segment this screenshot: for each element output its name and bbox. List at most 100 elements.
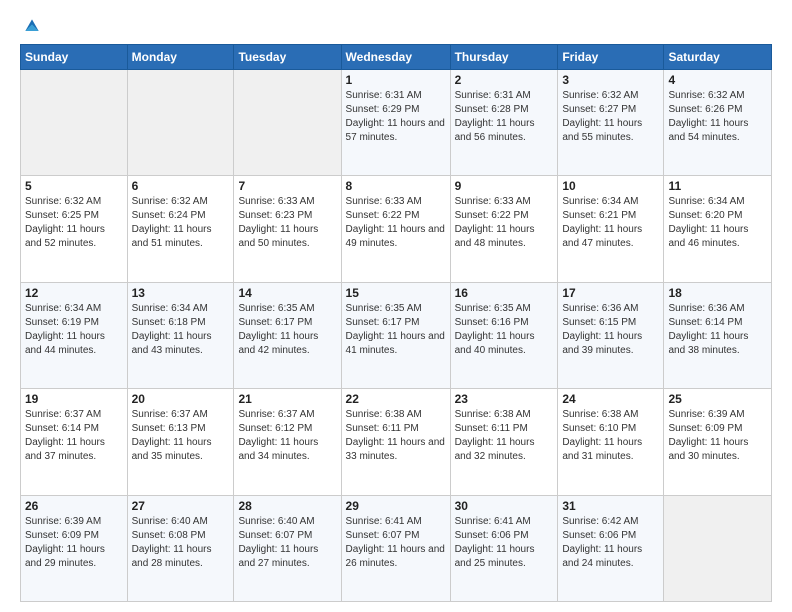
logo-text bbox=[20, 16, 42, 36]
calendar-cell: 2 Sunrise: 6:31 AMSunset: 6:28 PMDaylight… bbox=[450, 70, 558, 176]
calendar-week-row: 12 Sunrise: 6:34 AMSunset: 6:19 PMDayligh… bbox=[21, 282, 772, 388]
calendar-cell: 31 Sunrise: 6:42 AMSunset: 6:06 PMDayligh… bbox=[558, 495, 664, 601]
logo bbox=[20, 16, 42, 36]
day-info: Sunrise: 6:38 AMSunset: 6:11 PMDaylight:… bbox=[455, 408, 554, 464]
calendar-cell: 14Sunrise: 6:35 AMSunset: 6:17 PMDayligh… bbox=[234, 282, 341, 388]
day-number: 24 bbox=[562, 392, 659, 406]
day-number: 29 bbox=[346, 499, 446, 513]
calendar-cell: 24Sunrise: 6:38 AMSunset: 6:10 PMDayligh… bbox=[558, 389, 664, 495]
day-number: 22 bbox=[346, 392, 446, 406]
calendar-cell: 19 Sunrise: 6:37 AMSunset: 6:14 PMDayligh… bbox=[21, 389, 128, 495]
weekday-header-row: SundayMondayTuesdayWednesdayThursdayFrid… bbox=[21, 45, 772, 70]
weekday-header-monday: Monday bbox=[127, 45, 234, 70]
calendar-cell: 18 Sunrise: 6:36 AMSunset: 6:14 PMDayligh… bbox=[664, 282, 772, 388]
calendar-week-row: 5Sunrise: 6:32 AMSunset: 6:25 PMDaylight… bbox=[21, 176, 772, 282]
day-number: 21 bbox=[238, 392, 336, 406]
calendar-cell bbox=[21, 70, 128, 176]
day-info: Sunrise: 6:35 AMSunset: 6:16 PMDaylight:… bbox=[455, 302, 554, 358]
calendar-cell: 3 Sunrise: 6:32 AMSunset: 6:27 PMDaylight… bbox=[558, 70, 664, 176]
day-number: 15 bbox=[346, 286, 446, 300]
calendar-cell: 6 Sunrise: 6:32 AMSunset: 6:24 PMDaylight… bbox=[127, 176, 234, 282]
day-info: Sunrise: 6:34 AMSunset: 6:18 PMDaylight:… bbox=[132, 302, 230, 358]
calendar-cell: 5Sunrise: 6:32 AMSunset: 6:25 PMDaylight… bbox=[21, 176, 128, 282]
day-number: 27 bbox=[132, 499, 230, 513]
day-info: Sunrise: 6:33 AMSunset: 6:22 PMDaylight:… bbox=[346, 195, 446, 251]
day-number: 3 bbox=[562, 73, 659, 87]
calendar-cell: 8 Sunrise: 6:33 AMSunset: 6:22 PMDaylight… bbox=[341, 176, 450, 282]
day-number: 20 bbox=[132, 392, 230, 406]
logo-icon bbox=[22, 16, 42, 36]
calendar-cell: 15 Sunrise: 6:35 AMSunset: 6:17 PMDayligh… bbox=[341, 282, 450, 388]
calendar-cell bbox=[234, 70, 341, 176]
day-info: Sunrise: 6:34 AMSunset: 6:19 PMDaylight:… bbox=[25, 302, 123, 358]
calendar-week-row: 26Sunrise: 6:39 AMSunset: 6:09 PMDayligh… bbox=[21, 495, 772, 601]
day-number: 10 bbox=[562, 179, 659, 193]
day-info: Sunrise: 6:41 AMSunset: 6:07 PMDaylight:… bbox=[346, 515, 446, 571]
calendar-cell: 1 Sunrise: 6:31 AMSunset: 6:29 PMDaylight… bbox=[341, 70, 450, 176]
day-number: 11 bbox=[668, 179, 767, 193]
day-number: 9 bbox=[455, 179, 554, 193]
calendar-cell: 28 Sunrise: 6:40 AMSunset: 6:07 PMDayligh… bbox=[234, 495, 341, 601]
day-number: 30 bbox=[455, 499, 554, 513]
day-info: Sunrise: 6:31 AMSunset: 6:28 PMDaylight:… bbox=[455, 89, 554, 145]
day-info: Sunrise: 6:31 AMSunset: 6:29 PMDaylight:… bbox=[346, 89, 446, 145]
day-number: 23 bbox=[455, 392, 554, 406]
day-info: Sunrise: 6:40 AMSunset: 6:07 PMDaylight:… bbox=[238, 515, 336, 571]
calendar-week-row: 19 Sunrise: 6:37 AMSunset: 6:14 PMDayligh… bbox=[21, 389, 772, 495]
calendar-cell: 10 Sunrise: 6:34 AMSunset: 6:21 PMDayligh… bbox=[558, 176, 664, 282]
day-number: 7 bbox=[238, 179, 336, 193]
day-number: 12 bbox=[25, 286, 123, 300]
calendar-cell: 27 Sunrise: 6:40 AMSunset: 6:08 PMDayligh… bbox=[127, 495, 234, 601]
day-info: Sunrise: 6:36 AMSunset: 6:15 PMDaylight:… bbox=[562, 302, 659, 358]
day-number: 31 bbox=[562, 499, 659, 513]
day-number: 13 bbox=[132, 286, 230, 300]
calendar-table: SundayMondayTuesdayWednesdayThursdayFrid… bbox=[20, 44, 772, 602]
day-info: Sunrise: 6:33 AMSunset: 6:23 PMDaylight:… bbox=[238, 195, 336, 251]
day-info: Sunrise: 6:41 AMSunset: 6:06 PMDaylight:… bbox=[455, 515, 554, 571]
day-info: Sunrise: 6:34 AMSunset: 6:21 PMDaylight:… bbox=[562, 195, 659, 251]
day-number: 16 bbox=[455, 286, 554, 300]
day-info: Sunrise: 6:32 AMSunset: 6:27 PMDaylight:… bbox=[562, 89, 659, 145]
day-number: 28 bbox=[238, 499, 336, 513]
calendar-cell: 30 Sunrise: 6:41 AMSunset: 6:06 PMDayligh… bbox=[450, 495, 558, 601]
day-number: 8 bbox=[346, 179, 446, 193]
weekday-header-thursday: Thursday bbox=[450, 45, 558, 70]
day-info: Sunrise: 6:42 AMSunset: 6:06 PMDaylight:… bbox=[562, 515, 659, 571]
day-number: 1 bbox=[346, 73, 446, 87]
calendar-cell: 29 Sunrise: 6:41 AMSunset: 6:07 PMDayligh… bbox=[341, 495, 450, 601]
day-info: Sunrise: 6:36 AMSunset: 6:14 PMDaylight:… bbox=[668, 302, 767, 358]
day-number: 18 bbox=[668, 286, 767, 300]
day-info: Sunrise: 6:37 AMSunset: 6:13 PMDaylight:… bbox=[132, 408, 230, 464]
day-number: 5 bbox=[25, 179, 123, 193]
calendar-cell: 13 Sunrise: 6:34 AMSunset: 6:18 PMDayligh… bbox=[127, 282, 234, 388]
day-info: Sunrise: 6:39 AMSunset: 6:09 PMDaylight:… bbox=[668, 408, 767, 464]
day-number: 26 bbox=[25, 499, 123, 513]
calendar-cell: 23 Sunrise: 6:38 AMSunset: 6:11 PMDayligh… bbox=[450, 389, 558, 495]
weekday-header-friday: Friday bbox=[558, 45, 664, 70]
weekday-header-saturday: Saturday bbox=[664, 45, 772, 70]
day-info: Sunrise: 6:32 AMSunset: 6:26 PMDaylight:… bbox=[668, 89, 767, 145]
calendar-cell: 26Sunrise: 6:39 AMSunset: 6:09 PMDayligh… bbox=[21, 495, 128, 601]
calendar-cell: 16 Sunrise: 6:35 AMSunset: 6:16 PMDayligh… bbox=[450, 282, 558, 388]
day-info: Sunrise: 6:32 AMSunset: 6:24 PMDaylight:… bbox=[132, 195, 230, 251]
calendar-cell: 20 Sunrise: 6:37 AMSunset: 6:13 PMDayligh… bbox=[127, 389, 234, 495]
day-info: Sunrise: 6:35 AMSunset: 6:17 PMDaylight:… bbox=[238, 302, 336, 358]
day-number: 19 bbox=[25, 392, 123, 406]
day-info: Sunrise: 6:40 AMSunset: 6:08 PMDaylight:… bbox=[132, 515, 230, 571]
calendar-cell: 22Sunrise: 6:38 AMSunset: 6:11 PMDayligh… bbox=[341, 389, 450, 495]
day-info: Sunrise: 6:37 AMSunset: 6:14 PMDaylight:… bbox=[25, 408, 123, 464]
day-info: Sunrise: 6:33 AMSunset: 6:22 PMDaylight:… bbox=[455, 195, 554, 251]
day-number: 4 bbox=[668, 73, 767, 87]
calendar-cell: 11 Sunrise: 6:34 AMSunset: 6:20 PMDayligh… bbox=[664, 176, 772, 282]
calendar-cell: 25Sunrise: 6:39 AMSunset: 6:09 PMDayligh… bbox=[664, 389, 772, 495]
calendar-cell: 21Sunrise: 6:37 AMSunset: 6:12 PMDayligh… bbox=[234, 389, 341, 495]
day-number: 6 bbox=[132, 179, 230, 193]
day-info: Sunrise: 6:34 AMSunset: 6:20 PMDaylight:… bbox=[668, 195, 767, 251]
day-number: 17 bbox=[562, 286, 659, 300]
weekday-header-tuesday: Tuesday bbox=[234, 45, 341, 70]
day-number: 2 bbox=[455, 73, 554, 87]
day-info: Sunrise: 6:35 AMSunset: 6:17 PMDaylight:… bbox=[346, 302, 446, 358]
calendar-cell: 7 Sunrise: 6:33 AMSunset: 6:23 PMDaylight… bbox=[234, 176, 341, 282]
weekday-header-sunday: Sunday bbox=[21, 45, 128, 70]
calendar-cell bbox=[664, 495, 772, 601]
